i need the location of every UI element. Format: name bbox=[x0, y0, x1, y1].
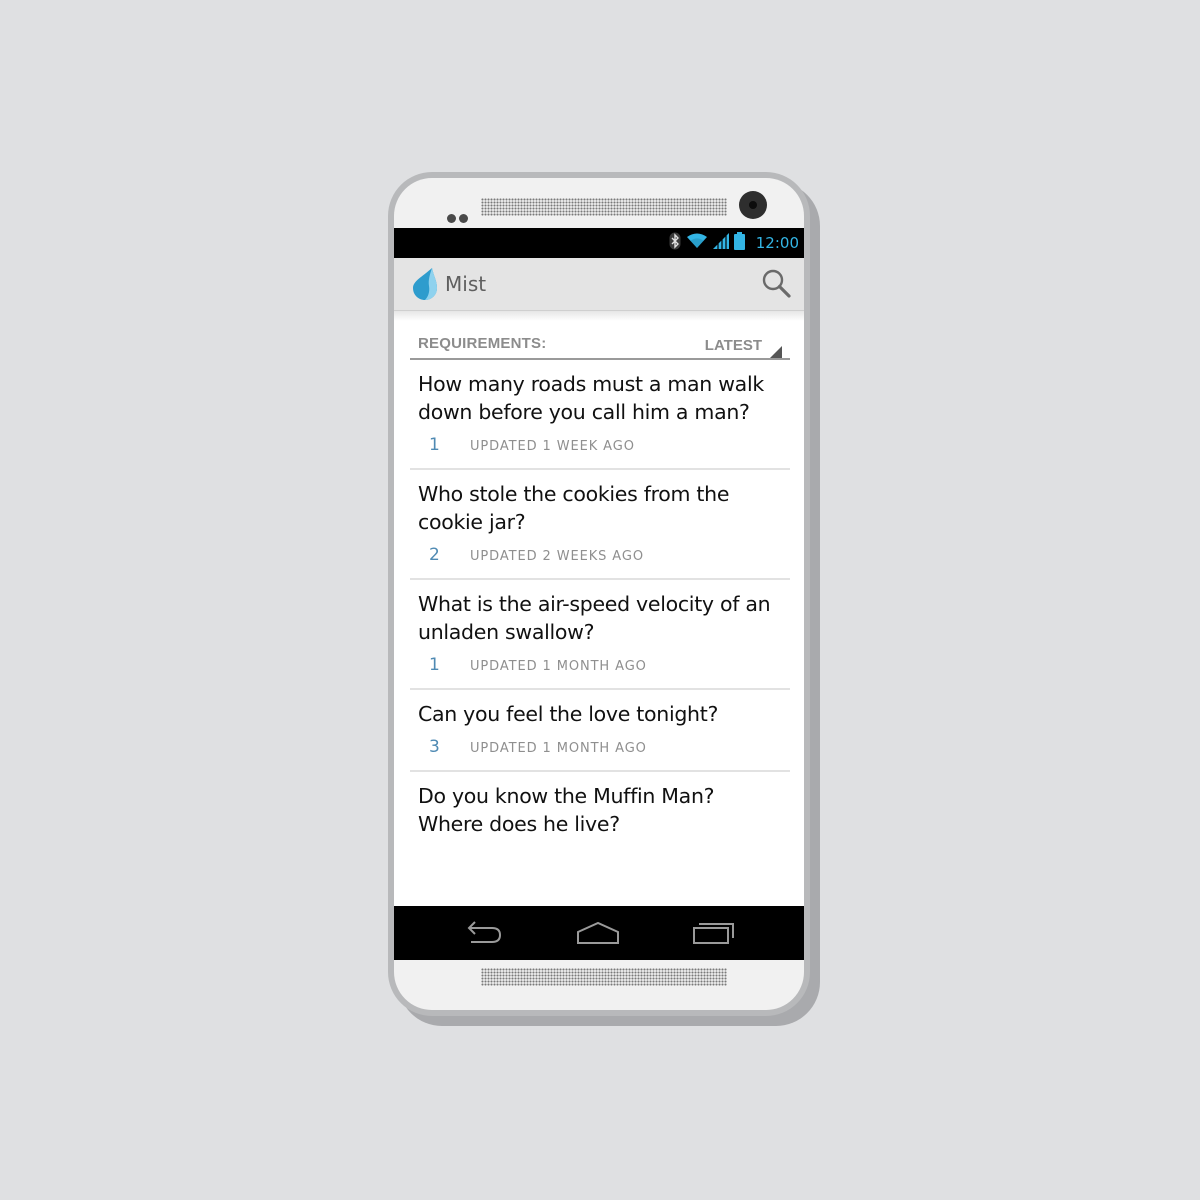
item-title: Who stole the cookies from the cookie ja… bbox=[418, 482, 730, 534]
bottom-speaker bbox=[481, 968, 727, 986]
list-header: REQUIREMENTS: LATEST bbox=[410, 334, 790, 360]
item-count: 3 bbox=[429, 737, 440, 757]
screen: 12:00 Mist REQUIREMENTS: LATEST How many… bbox=[394, 228, 804, 960]
item-updated: UPDATED 2 WEEKS AGO bbox=[470, 549, 644, 564]
item-title: What is the air-speed velocity of an unl… bbox=[418, 592, 771, 644]
item-title: How many roads must a man walk down befo… bbox=[418, 372, 764, 424]
phone-face: 12:00 Mist REQUIREMENTS: LATEST How many… bbox=[394, 178, 804, 1010]
water-drop-icon[interactable] bbox=[412, 267, 438, 301]
list-item[interactable]: What is the air-speed velocity of an unl… bbox=[410, 580, 790, 690]
item-title: Can you feel the love tonight? bbox=[418, 702, 719, 726]
navigation-bar bbox=[394, 906, 804, 960]
dropdown-triangle-icon bbox=[770, 346, 782, 358]
list-item[interactable]: Do you know the Muffin Man? Where does h… bbox=[410, 772, 790, 849]
search-icon[interactable] bbox=[761, 268, 793, 300]
list-item[interactable]: Who stole the cookies from the cookie ja… bbox=[410, 470, 790, 580]
item-count: 2 bbox=[429, 545, 440, 565]
proximity-sensor bbox=[447, 208, 473, 223]
earpiece-speaker bbox=[481, 198, 727, 216]
phone-device: 12:00 Mist REQUIREMENTS: LATEST How many… bbox=[388, 172, 810, 1016]
app-title: Mist bbox=[445, 272, 487, 296]
list-header-label: REQUIREMENTS: bbox=[418, 335, 547, 352]
item-title: Do you know the Muffin Man? Where does h… bbox=[418, 784, 715, 836]
sort-dropdown[interactable]: LATEST bbox=[704, 335, 782, 358]
home-icon[interactable] bbox=[576, 918, 620, 948]
item-count: 1 bbox=[429, 435, 440, 455]
status-bar: 12:00 bbox=[394, 228, 804, 258]
list-item[interactable]: How many roads must a man walk down befo… bbox=[410, 360, 790, 470]
list-item[interactable]: Can you feel the love tonight? 3 UPDATED… bbox=[410, 690, 790, 772]
item-updated: UPDATED 1 MONTH AGO bbox=[470, 741, 647, 756]
battery-icon bbox=[733, 232, 745, 254]
back-icon[interactable] bbox=[461, 918, 505, 948]
status-time: 12:00 bbox=[755, 234, 799, 252]
front-camera bbox=[739, 191, 767, 219]
item-updated: UPDATED 1 WEEK AGO bbox=[470, 439, 635, 454]
item-updated: UPDATED 1 MONTH AGO bbox=[470, 659, 647, 674]
signal-icon bbox=[712, 233, 729, 253]
action-bar: Mist bbox=[394, 258, 804, 311]
bluetooth-icon bbox=[669, 232, 681, 254]
wifi-icon bbox=[686, 233, 708, 253]
item-count: 1 bbox=[429, 655, 440, 675]
requirements-list: How many roads must a man walk down befo… bbox=[410, 360, 790, 849]
sort-label: LATEST bbox=[704, 337, 762, 354]
recent-apps-icon[interactable] bbox=[691, 918, 735, 948]
action-bar-shadow bbox=[394, 311, 804, 321]
